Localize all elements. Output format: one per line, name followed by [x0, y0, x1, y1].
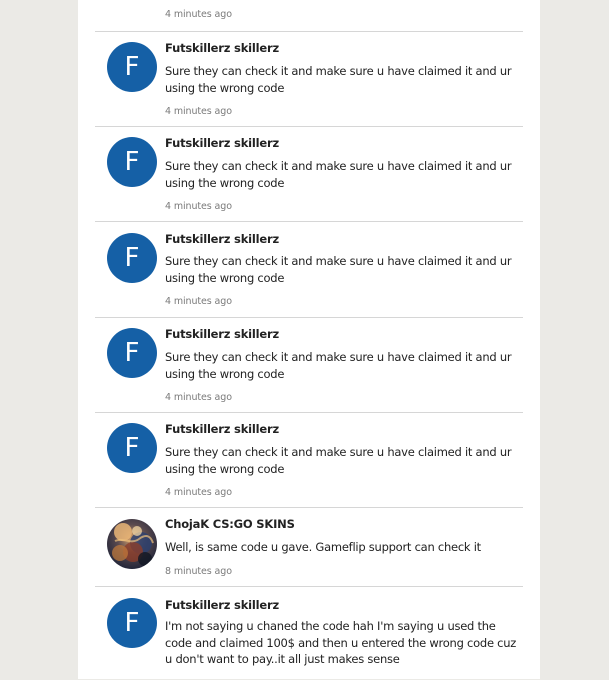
comment-author[interactable]: ChojaK CS:GO SKINS [165, 517, 295, 531]
comment-item: F Futskillerz skillerz Sure they can che… [95, 221, 523, 318]
avatar[interactable] [107, 519, 157, 569]
comment-timestamp: 4 minutes ago [165, 9, 232, 20]
comment-timestamp[interactable]: 8 minutes ago [165, 566, 232, 577]
comment-text: Sure they can check it and make sure u h… [165, 159, 512, 190]
comment-timestamp[interactable]: 4 minutes ago [165, 106, 232, 117]
comment-author[interactable]: Futskillerz skillerz [165, 136, 279, 150]
avatar[interactable]: F [107, 423, 157, 473]
comment-text: Sure they can check it and make sure u h… [165, 350, 512, 381]
avatar[interactable]: F [107, 137, 157, 187]
comment-timestamp[interactable]: 4 minutes ago [165, 392, 232, 403]
avatar-photo-icon [107, 519, 157, 569]
comment-author[interactable]: Futskillerz skillerz [165, 598, 279, 612]
comment-item: F Futskillerz skillerz I'm not saying u … [95, 586, 523, 680]
comment-text: Sure they can check it and make sure u h… [165, 445, 512, 476]
avatar[interactable]: F [107, 233, 157, 283]
avatar[interactable]: F [107, 598, 157, 648]
comment-author[interactable]: Futskillerz skillerz [165, 41, 279, 55]
comment-author[interactable]: Futskillerz skillerz [165, 327, 279, 341]
comment-item: ChojaK CS:GO SKINS Well, is same code u … [95, 507, 523, 587]
comment-text: I'm not saying u chaned the code hah I'm… [165, 619, 517, 666]
comment-timestamp[interactable]: 4 minutes ago [165, 201, 232, 212]
comment-author[interactable]: Futskillerz skillerz [165, 422, 279, 436]
comment-item: F Futskillerz skillerz Sure they can che… [95, 126, 523, 222]
comment-text: Sure they can check it and make sure u h… [165, 64, 512, 95]
comment-author[interactable]: Futskillerz skillerz [165, 232, 279, 246]
comment-timestamp[interactable]: 4 minutes ago [165, 296, 232, 307]
comment-item: F Futskillerz skillerz Sure they can che… [95, 412, 523, 508]
comment-item: F Futskillerz skillerz Sure they can che… [95, 317, 523, 413]
comment-text: Sure they can check it and make sure u h… [165, 254, 512, 285]
comment-timestamp[interactable]: 4 minutes ago [165, 487, 232, 498]
comment-text: Well, is same code u gave. Gameflip supp… [165, 540, 481, 554]
avatar[interactable]: F [107, 42, 157, 92]
comment-item: F Futskillerz skillerz Sure they can che… [95, 31, 523, 127]
avatar[interactable]: F [107, 328, 157, 378]
